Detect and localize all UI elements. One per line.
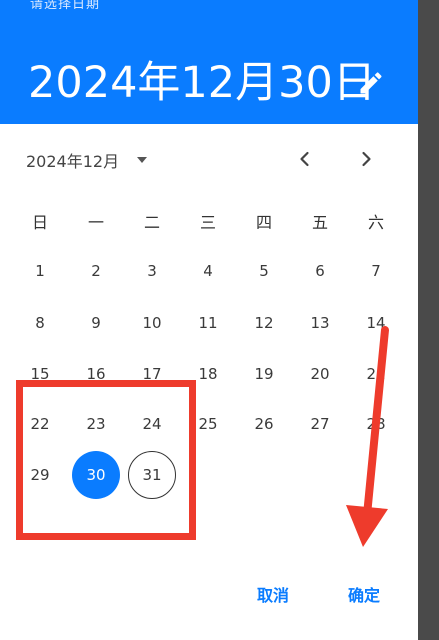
- day-5[interactable]: 5: [240, 247, 288, 295]
- cancel-button[interactable]: 取消: [257, 582, 289, 606]
- day-6[interactable]: 6: [296, 247, 344, 295]
- month-label: 2024年12月: [26, 152, 120, 171]
- day-24[interactable]: 24: [128, 400, 176, 448]
- triangle-down-icon: [137, 157, 148, 163]
- day-29[interactable]: 29: [16, 451, 64, 499]
- pencil-icon[interactable]: [357, 69, 385, 97]
- day-1[interactable]: 1: [16, 247, 64, 295]
- day-17[interactable]: 17: [128, 350, 176, 398]
- month-selector[interactable]: 2024年12月: [26, 148, 149, 172]
- day-19[interactable]: 19: [240, 350, 288, 398]
- weekday-label: 二: [143, 213, 160, 232]
- day-2[interactable]: 2: [72, 247, 120, 295]
- day-12[interactable]: 12: [240, 299, 288, 347]
- header-label: 请选择日期: [30, 0, 101, 12]
- day-25[interactable]: 25: [184, 400, 232, 448]
- weekday-label: 四: [255, 213, 272, 232]
- chevron-left-icon[interactable]: [296, 150, 314, 168]
- day-16[interactable]: 16: [72, 350, 120, 398]
- day-9[interactable]: 9: [72, 299, 120, 347]
- weekday-label: 三: [199, 213, 216, 232]
- day-10[interactable]: 10: [128, 299, 176, 347]
- weekday-label: 一: [87, 213, 104, 232]
- day-11[interactable]: 11: [184, 299, 232, 347]
- day-7[interactable]: 7: [352, 247, 400, 295]
- day-18[interactable]: 18: [184, 350, 232, 398]
- weekday-label: 六: [367, 213, 384, 232]
- day-27[interactable]: 27: [296, 400, 344, 448]
- confirm-button[interactable]: 确定: [348, 582, 380, 606]
- day-28[interactable]: 28: [352, 400, 400, 448]
- day-21[interactable]: 21: [352, 350, 400, 398]
- day-30[interactable]: 30: [72, 451, 120, 499]
- selected-date-display: 2024年12月30日: [28, 58, 376, 108]
- day-4[interactable]: 4: [184, 247, 232, 295]
- weekday-label: 日: [31, 213, 48, 232]
- dialog-header: 请选择日期 2024年12月30日: [0, 0, 418, 124]
- day-31[interactable]: 31: [128, 451, 176, 499]
- day-8[interactable]: 8: [16, 299, 64, 347]
- day-26[interactable]: 26: [240, 400, 288, 448]
- day-3[interactable]: 3: [128, 247, 176, 295]
- day-13[interactable]: 13: [296, 299, 344, 347]
- day-14[interactable]: 14: [352, 299, 400, 347]
- weekday-label: 五: [311, 213, 328, 232]
- day-22[interactable]: 22: [16, 400, 64, 448]
- day-23[interactable]: 23: [72, 400, 120, 448]
- date-picker-dialog: 请选择日期 2024年12月30日 2024年12月 日一二三四五六 12345…: [0, 0, 418, 640]
- day-20[interactable]: 20: [296, 350, 344, 398]
- day-15[interactable]: 15: [16, 350, 64, 398]
- chevron-right-icon[interactable]: [357, 150, 375, 168]
